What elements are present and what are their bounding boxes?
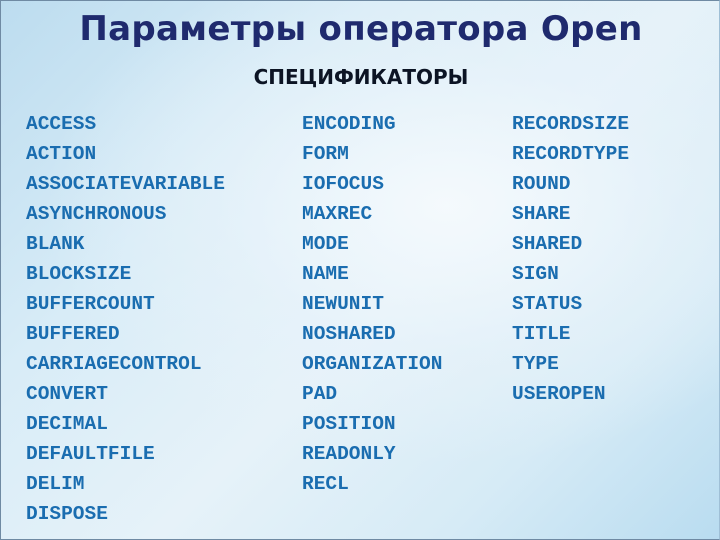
- specifier-item: BLOCKSIZE: [26, 263, 132, 285]
- specifier-item: BLANK: [26, 233, 85, 255]
- specifier-item: TYPE: [512, 353, 559, 375]
- specifier-item: POSITION: [302, 413, 396, 435]
- specifier-item: MAXREC: [302, 203, 373, 225]
- slide: Параметры оператора Open СПЕЦИФИКАТОРЫ A…: [0, 0, 720, 540]
- specifier-item: NOSHARED: [302, 323, 396, 345]
- specifier-item: ENCODING: [302, 113, 396, 135]
- specifier-item: MODE: [302, 233, 349, 255]
- specifier-item: DECIMAL: [26, 413, 108, 435]
- specifier-item: ACTION: [26, 143, 97, 165]
- specifier-item: SHARE: [512, 203, 571, 225]
- specifier-item: CONVERT: [26, 383, 108, 405]
- specifier-item: FORM: [302, 143, 349, 165]
- section-heading: СПЕЦИФИКАТОРЫ: [253, 65, 469, 89]
- specifier-item: RECORDTYPE: [512, 143, 630, 165]
- specifier-item: ASSOCIATEVARIABLE: [26, 173, 225, 195]
- specifier-column-1: ACCESS ACTION ASSOCIATEVARIABLE ASYNCHRONOU…: [26, 109, 225, 529]
- specifier-item: NEWUNIT: [302, 293, 384, 315]
- specifier-item: BUFFERCOUNT: [26, 293, 155, 315]
- specifier-item: DISPOSE: [26, 503, 108, 525]
- specifier-item: ASYNCHRONOUS: [26, 203, 167, 225]
- specifier-item: NAME: [302, 263, 349, 285]
- specifier-item: USEROPEN: [512, 383, 606, 405]
- specifier-item: IOFOCUS: [302, 173, 384, 195]
- specifier-item: SHARED: [512, 233, 583, 255]
- specifier-item: READONLY: [302, 443, 396, 465]
- specifier-item: RECORDSIZE: [512, 113, 630, 135]
- specifier-item: BUFFERED: [26, 323, 120, 345]
- specifier-item: TITLE: [512, 323, 571, 345]
- specifier-item: RECL: [302, 473, 349, 495]
- specifier-item: STATUS: [512, 293, 583, 315]
- specifier-item: CARRIAGECONTROL: [26, 353, 202, 375]
- specifier-item: SIGN: [512, 263, 559, 285]
- specifier-column-2: ENCODING FORM IOFOCUS MAXREC MODE NAME NEWUNIT…: [302, 109, 442, 499]
- specifier-item: ACCESS: [26, 113, 97, 135]
- specifier-item: ROUND: [512, 173, 571, 195]
- specifier-item: DEFAULTFILE: [26, 443, 155, 465]
- slide-title: Параметры оператора Open: [79, 9, 643, 49]
- specifier-column-3: RECORDSIZE RECORDTYPE ROUND SHARE SHARED SIGN…: [512, 109, 629, 409]
- specifier-item: DELIM: [26, 473, 85, 495]
- specifier-item: ORGANIZATION: [302, 353, 443, 375]
- specifier-item: PAD: [302, 383, 338, 405]
